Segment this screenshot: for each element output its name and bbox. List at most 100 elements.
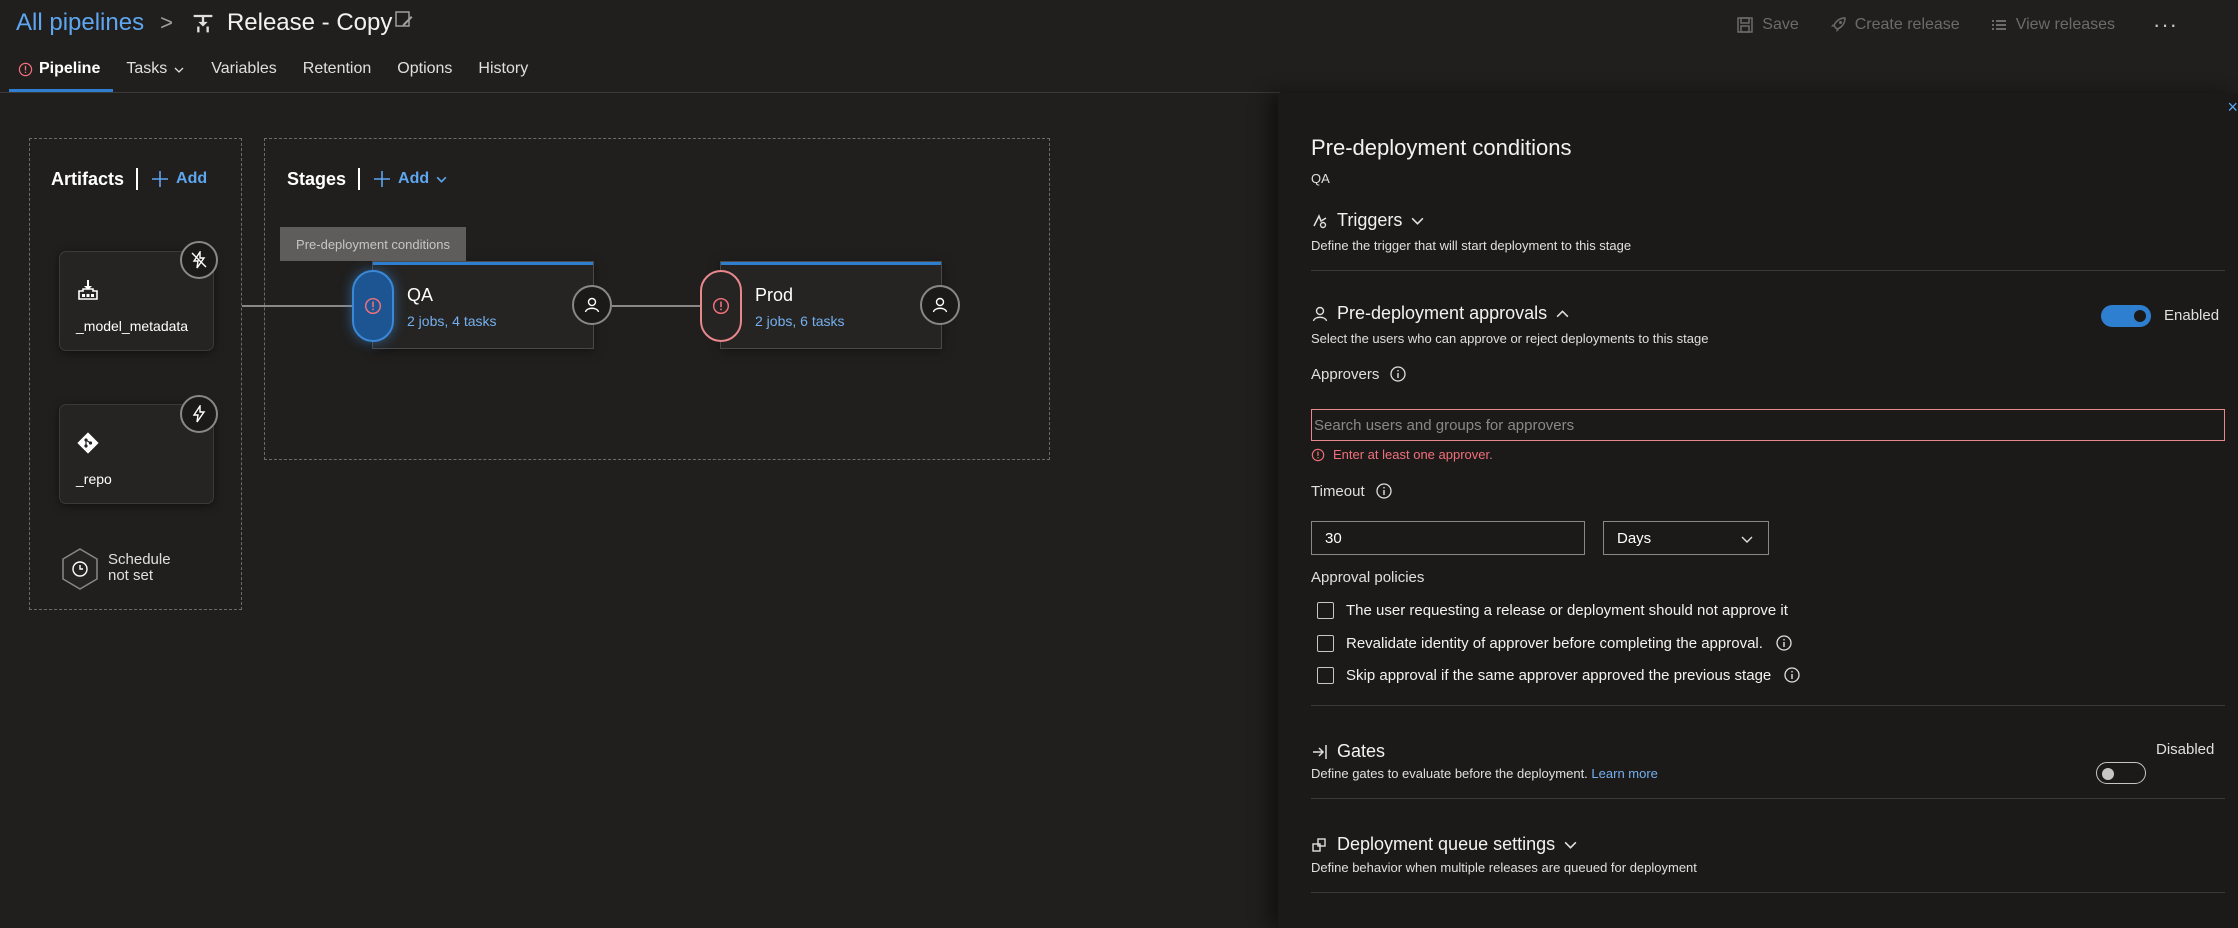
approvals-toggle[interactable] [2101, 305, 2151, 327]
artifacts-header: Artifacts Add [51, 168, 207, 190]
triggers-title: Triggers [1337, 210, 1403, 230]
timeout-value-input[interactable] [1311, 521, 1585, 555]
add-artifact-label: Add [176, 170, 208, 187]
tab-tasks[interactable]: Tasks [113, 56, 198, 92]
tab-history[interactable]: History [465, 56, 541, 92]
tab-pipeline-label: Pipeline [39, 60, 101, 77]
policy-label: Revalidate identity of approver before c… [1346, 634, 1763, 652]
info-icon[interactable] [1783, 666, 1801, 684]
section-divider [1311, 270, 2225, 271]
stages-header: Stages Add [287, 168, 448, 190]
continuous-deployment-trigger-button[interactable] [180, 241, 218, 279]
prod-pre-deployment-conditions-button[interactable] [700, 270, 742, 342]
panel-title: Pre-deployment conditions [1311, 135, 1572, 160]
release-pipeline-icon [193, 14, 213, 33]
header-divider [0, 92, 1280, 93]
policy-checkbox[interactable] [1317, 602, 1334, 619]
gates-header[interactable]: Gates [1311, 741, 1385, 762]
info-icon[interactable] [1389, 365, 1407, 383]
more-actions-button[interactable]: ··· [2153, 12, 2178, 38]
stage-jobs-link[interactable]: 2 jobs, 6 tasks [755, 313, 845, 329]
gates-description-row: Define gates to evaluate before the depl… [1311, 766, 1658, 781]
breadcrumb: All pipelines > Release - Copy [16, 6, 414, 40]
schedule-status[interactable]: Schedule not set [108, 552, 171, 584]
error-icon [1311, 448, 1325, 461]
all-pipelines-link[interactable]: All pipelines [16, 9, 144, 37]
stage-card-qa[interactable]: QA 2 jobs, 4 tasks [373, 262, 593, 348]
approvals-header[interactable]: Pre-deployment approvals [1311, 303, 1570, 324]
artifacts-section [29, 138, 242, 610]
approvers-label: Approvers [1311, 365, 1380, 383]
add-artifact-button[interactable]: Add [150, 169, 207, 189]
queue-settings-description: Define behavior when multiple releases a… [1311, 860, 1697, 875]
error-icon [712, 297, 730, 315]
gates-toggle[interactable] [2096, 762, 2146, 784]
tab-variables[interactable]: Variables [198, 56, 290, 92]
section-divider [1311, 892, 2225, 893]
lightning-disabled-icon [191, 251, 207, 269]
tab-options[interactable]: Options [384, 56, 465, 92]
schedule-icon[interactable] [60, 547, 100, 591]
artifacts-title: Artifacts [51, 168, 125, 189]
create-release-button[interactable]: Create release [1829, 16, 1960, 34]
close-panel-button[interactable]: × [2227, 97, 2238, 118]
tab-retention-label: Retention [302, 60, 372, 77]
triggers-description: Define the trigger that will start deplo… [1311, 238, 1632, 253]
section-separator [358, 168, 361, 190]
approvers-error-text: Enter at least one approver. [1333, 447, 1493, 462]
policy-label: The user requesting a release or deploym… [1346, 602, 1788, 619]
policy-row: Skip approval if the same approver appro… [1317, 666, 1801, 684]
prod-post-deployment-conditions-button[interactable] [920, 285, 960, 325]
error-icon [364, 297, 382, 315]
qa-to-prod-connector [612, 305, 700, 307]
list-icon [1991, 20, 2006, 30]
release-title[interactable]: Release - Copy [227, 9, 392, 37]
approvals-description: Select the users who can approve or reje… [1311, 331, 1709, 346]
gates-description: Define gates to evaluate before the depl… [1311, 766, 1588, 781]
person-icon [1312, 306, 1328, 321]
info-icon[interactable] [1775, 634, 1793, 652]
section-separator [136, 168, 139, 190]
tab-retention[interactable]: Retention [290, 56, 385, 92]
qa-pre-deployment-conditions-button[interactable] [352, 270, 394, 342]
pre-deployment-tooltip: Pre-deployment conditions [280, 227, 466, 261]
create-release-label: Create release [1854, 16, 1960, 33]
queue-settings-header[interactable]: Deployment queue settings [1311, 834, 1578, 855]
tab-pipeline[interactable]: Pipeline [9, 56, 114, 92]
artifact-label: _repo [76, 471, 112, 487]
schedule-line-2: not set [108, 567, 154, 584]
stage-card-prod[interactable]: Prod 2 jobs, 6 tasks [721, 262, 941, 348]
artifact-to-qa-connector [242, 305, 354, 307]
stages-title: Stages [287, 168, 347, 189]
policy-label: Skip approval if the same approver appro… [1346, 666, 1772, 684]
learn-more-link[interactable]: Learn more [1591, 766, 1657, 781]
plus-icon [374, 171, 391, 187]
policy-checkbox[interactable] [1317, 666, 1334, 684]
chevron-down-icon [1741, 536, 1753, 543]
chevron-down-icon [1411, 217, 1424, 225]
tab-variables-label: Variables [211, 60, 277, 77]
info-icon[interactable] [1375, 482, 1393, 500]
section-divider [1311, 798, 2225, 799]
chevron-down-icon [174, 67, 184, 73]
stage-jobs-link[interactable]: 2 jobs, 4 tasks [407, 313, 497, 329]
add-stage-button[interactable]: Add [372, 169, 448, 189]
build-icon [78, 280, 98, 300]
approvers-label-row: Approvers [1311, 365, 1407, 383]
timeout-unit-dropdown[interactable]: Days [1603, 521, 1769, 555]
schedule-line-1: Schedule [108, 551, 171, 568]
qa-post-deployment-conditions-button[interactable] [572, 285, 612, 325]
tab-options-label: Options [397, 60, 453, 77]
triggers-header[interactable]: Triggers [1311, 210, 1425, 231]
approvers-search-input[interactable] [1311, 409, 2225, 441]
continuous-deployment-trigger-button[interactable] [180, 395, 218, 433]
section-divider [1311, 705, 2225, 706]
gates-title: Gates [1337, 741, 1386, 761]
lightning-icon [192, 405, 206, 423]
policy-checkbox[interactable] [1317, 634, 1334, 652]
view-releases-button[interactable]: View releases [1990, 16, 2115, 34]
plus-icon [152, 171, 169, 187]
artifact-label: _model_metadata [76, 318, 189, 334]
save-button[interactable]: Save [1736, 16, 1799, 34]
breadcrumb-separator: > [160, 10, 173, 35]
